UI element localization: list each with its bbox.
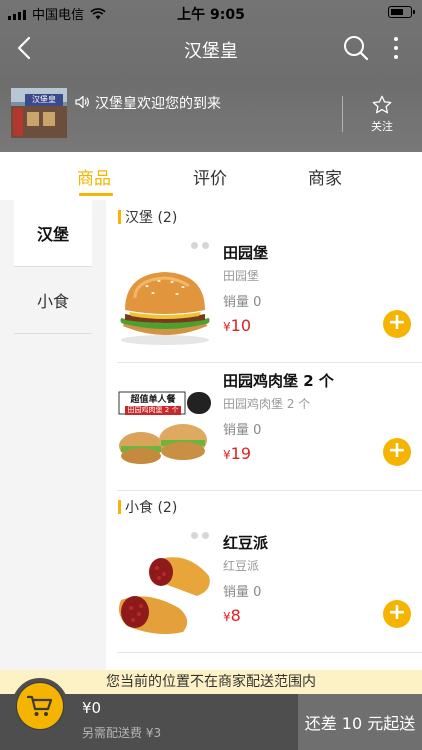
nav-bar: 汉堡皇 bbox=[0, 26, 422, 70]
price-value: 10 bbox=[230, 316, 251, 335]
image-page-dots bbox=[191, 242, 215, 250]
product-image[interactable] bbox=[117, 550, 213, 636]
follow-button[interactable]: 关注 bbox=[352, 94, 412, 134]
add-to-cart-button[interactable]: + bbox=[383, 438, 411, 466]
status-bar: 中国电信 上午 9:05 bbox=[0, 0, 422, 24]
product-price: ¥10 bbox=[223, 316, 251, 335]
product-item-chicken-burger-2pc[interactable]: 超值单人餐 田园鸡肉堡 2 个 田园鸡肉堡 2 个 田园鸡肉堡 2 个 销量 0… bbox=[117, 362, 422, 490]
status-time: 上午 9:05 bbox=[177, 7, 245, 23]
star-icon bbox=[372, 95, 392, 114]
search-icon[interactable] bbox=[342, 34, 370, 62]
tab-bar: 商品 评价 商家 bbox=[0, 152, 422, 200]
product-list: 汉堡 (2) 田园堡 田园堡 销量 0 ¥10 + 超值单人餐 田园鸡肉堡 2 … bbox=[106, 200, 422, 670]
product-name: 田园鸡肉堡 2 个 bbox=[223, 372, 334, 390]
product-item-red-bean-pie[interactable]: 红豆派 红豆派 销量 0 ¥8 + bbox=[117, 524, 422, 652]
image-page-dots bbox=[191, 532, 215, 540]
category-divider bbox=[14, 333, 92, 334]
shop-photo-sign: 汉堡皇 bbox=[25, 94, 63, 106]
product-name: 红豆派 bbox=[223, 534, 269, 552]
section-title: 汉堡 (2) bbox=[125, 210, 178, 226]
product-sales: 销量 0 bbox=[223, 423, 262, 438]
product-description: 红豆派 bbox=[223, 559, 260, 573]
follow-label: 关注 bbox=[371, 120, 393, 133]
item-divider bbox=[117, 490, 422, 491]
price-value: 8 bbox=[230, 606, 241, 625]
add-to-cart-button[interactable]: + bbox=[383, 600, 411, 628]
promo-banner-title: 超值单人餐 bbox=[130, 395, 176, 405]
tab-active-indicator bbox=[79, 193, 113, 196]
cart-icon bbox=[17, 683, 63, 729]
price-symbol: ¥ bbox=[223, 320, 231, 334]
product-name: 田园堡 bbox=[223, 244, 269, 262]
shop-header: 中国电信 上午 9:05 汉堡皇 汉堡皇 汉堡皇欢迎您的到来 关注 bbox=[0, 0, 422, 152]
product-description: 田园鸡肉堡 2 个 bbox=[223, 397, 311, 411]
cart-bar: ¥0 另需配送费 ¥3 还差 10 元起送 bbox=[0, 678, 422, 750]
price-symbol: ¥ bbox=[223, 448, 231, 462]
price-value: 19 bbox=[230, 444, 251, 463]
category-sidebar: 汉堡 小食 bbox=[0, 200, 106, 670]
section-marker bbox=[118, 210, 121, 224]
tab-products[interactable]: 商品 bbox=[77, 164, 111, 189]
promo-banner-subtitle: 田园鸡肉堡 2 个 bbox=[125, 406, 181, 415]
checkout-button[interactable]: 还差 10 元起送 bbox=[298, 694, 422, 750]
product-price: ¥8 bbox=[223, 606, 241, 625]
product-sales: 销量 0 bbox=[223, 585, 262, 600]
shop-photo[interactable]: 汉堡皇 bbox=[11, 88, 67, 138]
product-item-tianyuan-burger[interactable]: 田园堡 田园堡 销量 0 ¥10 + bbox=[117, 234, 422, 362]
section-marker bbox=[118, 500, 121, 514]
product-description: 田园堡 bbox=[223, 269, 260, 283]
divider bbox=[342, 96, 343, 132]
section-header-burgers: 汉堡 (2) bbox=[118, 208, 177, 226]
product-price: ¥19 bbox=[223, 444, 251, 463]
shop-notice: 汉堡皇欢迎您的到来 bbox=[95, 96, 221, 112]
speaker-icon bbox=[74, 94, 90, 110]
tab-reviews[interactable]: 评价 bbox=[193, 164, 227, 189]
category-snacks[interactable]: 小食 bbox=[14, 267, 92, 333]
category-burgers[interactable]: 汉堡 bbox=[14, 200, 92, 266]
cart-button[interactable] bbox=[12, 678, 68, 734]
section-header-snacks: 小食 (2) bbox=[118, 498, 177, 516]
cart-total: ¥0 bbox=[82, 699, 102, 717]
price-symbol: ¥ bbox=[223, 610, 231, 624]
product-sales: 销量 0 bbox=[223, 295, 262, 310]
tab-merchant[interactable]: 商家 bbox=[308, 164, 342, 189]
section-title: 小食 (2) bbox=[125, 500, 178, 516]
shop-info-bar: 汉堡皇 汉堡皇欢迎您的到来 关注 bbox=[0, 84, 422, 142]
more-menu-icon[interactable] bbox=[388, 34, 404, 62]
item-divider bbox=[117, 652, 422, 653]
product-image[interactable] bbox=[117, 260, 213, 346]
add-to-cart-button[interactable]: + bbox=[383, 310, 411, 338]
delivery-fee: 另需配送费 ¥3 bbox=[82, 726, 162, 740]
battery-icon bbox=[388, 6, 415, 18]
